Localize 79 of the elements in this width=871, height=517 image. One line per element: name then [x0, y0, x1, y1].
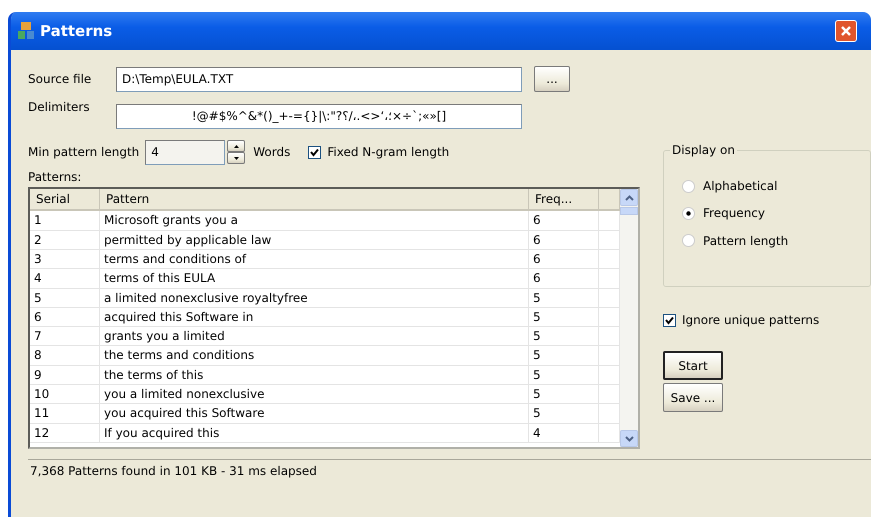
table-cell: the terms of this [100, 366, 529, 384]
scroll-thumb[interactable] [620, 207, 638, 216]
table-cell: 5 [529, 385, 599, 404]
status-bar: 7,368 Patterns found in 101 KB - 31 ms elapsed [28, 459, 871, 479]
min-length-field[interactable]: 4 [145, 140, 226, 164]
radio-dot-icon [686, 211, 691, 216]
up-arrow-icon [234, 144, 239, 148]
app-icon [17, 21, 35, 41]
table-cell: you a limited nonexclusive [100, 385, 529, 404]
table-cell: 7 [30, 327, 100, 346]
check-icon [665, 316, 674, 325]
table-cell: 10 [30, 385, 100, 404]
down-chevron-icon [624, 436, 634, 442]
window-title: Patterns [40, 22, 112, 40]
source-file-field[interactable]: D:\Temp\EULA.TXT [116, 66, 522, 92]
up-chevron-icon [624, 194, 634, 201]
source-file-label: Source file [28, 72, 92, 86]
table-cell: you acquired this Software [100, 404, 529, 423]
table-cell: 2 [30, 230, 100, 249]
radio-button[interactable] [682, 207, 695, 220]
ignore-unique-checkbox[interactable] [663, 314, 676, 327]
table-cell: 6 [529, 211, 599, 230]
table-cell: 6 [30, 308, 100, 326]
table-cell: 6 [529, 230, 599, 249]
column-header[interactable]: Pattern [100, 189, 529, 210]
spin-up-button[interactable] [227, 140, 246, 152]
check-icon [310, 148, 320, 156]
scrollbar[interactable] [620, 189, 638, 448]
column-header[interactable]: Serial [30, 189, 100, 210]
action-button[interactable]: Start [663, 351, 723, 380]
patterns-label: Patterns: [28, 170, 82, 184]
table-cell: a limited nonexclusive royaltyfree [100, 288, 529, 307]
browse-button[interactable]: ... [534, 66, 570, 92]
table-cell: 5 [529, 366, 599, 384]
table-cell: If you acquired this [100, 424, 529, 442]
table-cell: 5 [529, 327, 599, 346]
table-cell: 4 [529, 424, 599, 442]
action-button[interactable]: Save ... [663, 383, 723, 412]
table-cell: 5 [529, 404, 599, 423]
table-cell: 1 [30, 211, 100, 230]
table-cell: 6 [529, 250, 599, 268]
fixed-ngram-checkbox[interactable] [308, 146, 322, 158]
radio-button[interactable] [682, 234, 695, 248]
table-cell: 9 [30, 366, 100, 384]
table-cell: 3 [30, 250, 100, 268]
fixed-ngram-label: Fixed N-gram length [327, 144, 450, 160]
table-cell: 6 [529, 269, 599, 288]
table-cell: permitted by applicable law [100, 230, 529, 249]
table-cell: 5 [30, 288, 100, 307]
table-cell: 5 [529, 308, 599, 326]
table-cell: 8 [30, 346, 100, 365]
close-icon [840, 25, 852, 37]
radio-label: Pattern length [703, 234, 788, 248]
table-cell: Microsoft grants you a [100, 211, 529, 230]
table-cell: grants you a limited [100, 327, 529, 346]
table-cell: 5 [529, 288, 599, 307]
column-header[interactable]: Freq... [529, 189, 599, 210]
table-cell: 11 [30, 404, 100, 423]
table-cell: 12 [30, 424, 100, 442]
spin-down-button[interactable] [227, 152, 246, 164]
words-label: Words [253, 144, 290, 160]
close-button[interactable] [835, 20, 857, 42]
group-title: Display on [670, 143, 737, 158]
table-cell: 4 [30, 269, 100, 288]
scroll-up-button[interactable] [620, 189, 638, 206]
radio-button[interactable] [682, 180, 695, 193]
radio-label: Frequency [703, 206, 765, 221]
ignore-unique-label: Ignore unique patterns [682, 313, 820, 328]
table-cell: terms of this EULA [100, 269, 529, 288]
delimiters-field[interactable]: !@#$%^&*()_+-={}|\:"?؛،‘<>.،/؟×÷`;«»[] [116, 104, 522, 128]
table-cell: the terms and conditions [100, 346, 529, 365]
min-pattern-length-label: Min pattern length [28, 144, 140, 160]
delimiters-label: Delimiters [28, 100, 91, 114]
scroll-down-button[interactable] [620, 430, 638, 448]
table-cell: 5 [529, 346, 599, 365]
down-arrow-icon [234, 156, 239, 160]
table-cell: terms and conditions of [100, 250, 529, 268]
table-cell: acquired this Software in [100, 308, 529, 326]
radio-label: Alphabetical [703, 179, 778, 194]
